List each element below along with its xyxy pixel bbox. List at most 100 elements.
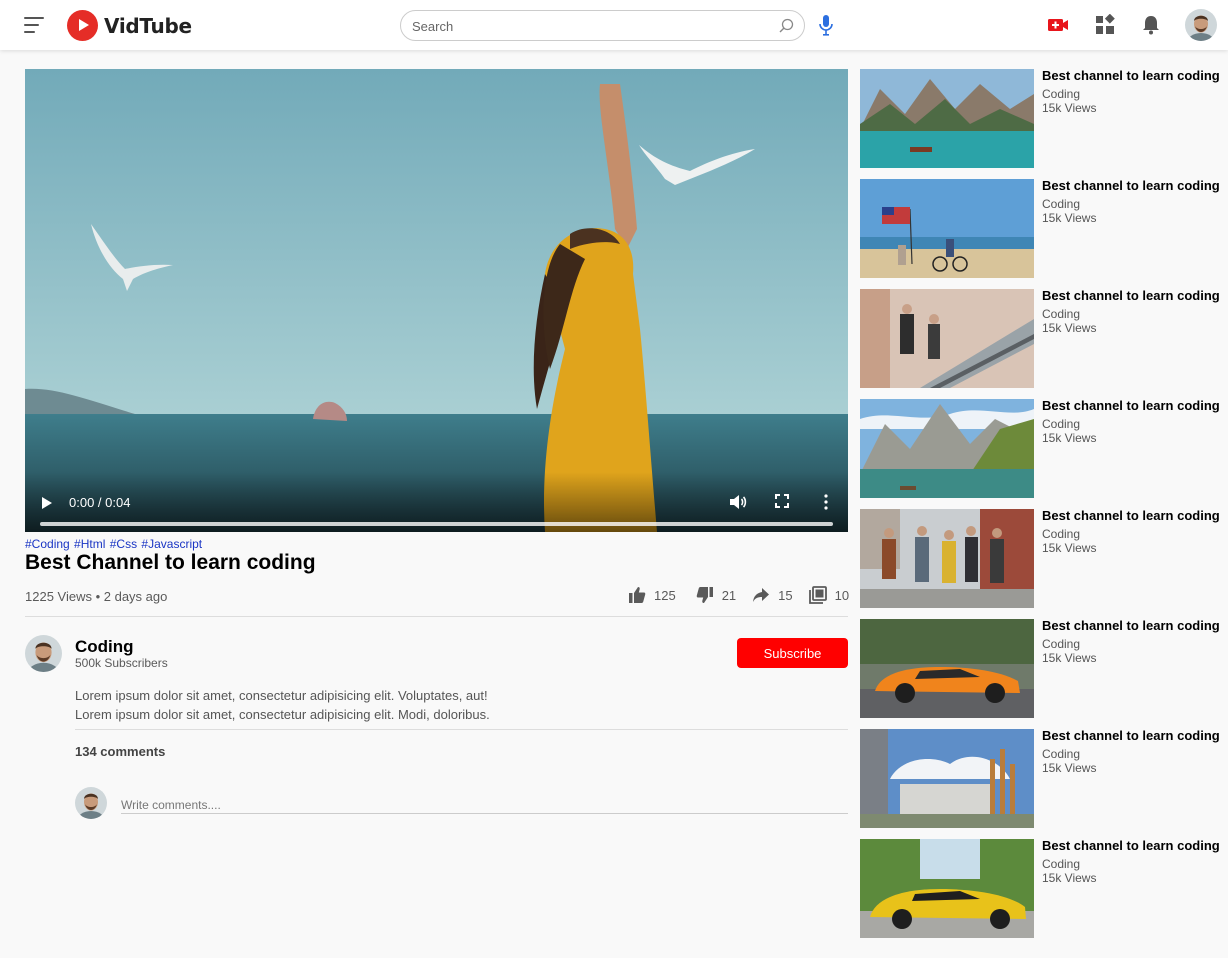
video-description: Lorem ipsum dolor sit amet, consectetur …	[75, 686, 490, 724]
recommended-video[interactable]: Best channel to learn coding Coding 15k …	[860, 399, 1220, 498]
video-title: Best Channel to learn coding	[25, 551, 316, 574]
description-line: Lorem ipsum dolor sit amet, consectetur …	[75, 688, 488, 703]
subscribe-button[interactable]: Subscribe	[737, 638, 848, 668]
video-thumbnail[interactable]	[860, 399, 1034, 498]
video-title[interactable]: Best channel to learn coding	[1042, 729, 1220, 743]
brand-logo[interactable]: VidTube	[67, 10, 192, 41]
video-info: Best channel to learn coding Coding 15k …	[1042, 399, 1220, 446]
video-title[interactable]: Best channel to learn coding	[1042, 509, 1220, 523]
channel-name: Coding	[1042, 307, 1081, 321]
commenter-avatar	[75, 787, 107, 819]
notification-bell-icon[interactable]	[1140, 14, 1162, 36]
channel-name: Coding	[1042, 857, 1081, 871]
divider	[25, 616, 848, 617]
view-count: 15k Views	[1042, 101, 1097, 115]
volume-icon[interactable]	[729, 494, 747, 510]
mic-icon[interactable]	[818, 14, 834, 36]
video-info: Best channel to learn coding Coding 15k …	[1042, 289, 1220, 336]
save-playlist-icon	[808, 586, 827, 604]
view-count: 15k Views	[1042, 541, 1097, 555]
view-count: 15k Views	[1042, 761, 1097, 775]
search-icon[interactable]	[778, 18, 794, 34]
upload-video-icon[interactable]	[1047, 14, 1069, 36]
video-thumbnail[interactable]	[860, 69, 1034, 168]
video-thumbnail[interactable]	[860, 179, 1034, 278]
divider	[75, 729, 848, 730]
thumbs-up-icon	[629, 587, 646, 603]
playback-time: 0:00 / 0:04	[69, 495, 131, 510]
progress-bar[interactable]	[40, 522, 833, 526]
thumbs-down-icon	[696, 587, 713, 603]
save-count: 10	[834, 587, 850, 603]
channel-name: Coding	[1042, 87, 1081, 101]
video-title[interactable]: Best channel to learn coding	[1042, 69, 1220, 83]
hashtag-link[interactable]: #Html	[74, 537, 105, 551]
dislike-count: 21	[721, 587, 737, 603]
view-count: 15k Views	[1042, 431, 1097, 445]
channel-name: Coding	[1042, 197, 1081, 211]
view-count: 15k Views	[1042, 871, 1097, 885]
video-info: Best channel to learn coding Coding 15k …	[1042, 179, 1220, 226]
view-count: 15k Views	[1042, 651, 1097, 665]
video-info: Best channel to learn coding Coding 15k …	[1042, 509, 1220, 556]
video-info: Best channel to learn coding Coding 15k …	[1042, 619, 1220, 666]
hashtag-list: #Coding #Html #Css #Javascript	[25, 537, 203, 551]
channel-name: Coding	[1042, 637, 1081, 651]
apps-icon[interactable]	[1094, 14, 1116, 36]
top-navbar: VidTube	[0, 0, 1228, 50]
view-count: 15k Views	[1042, 211, 1097, 225]
dislike-button[interactable]: 21	[696, 586, 736, 604]
play-logo-icon	[67, 10, 98, 41]
channel-name[interactable]: Coding	[75, 637, 134, 657]
video-player[interactable]: 0:00 / 0:04	[25, 69, 848, 532]
recommended-video[interactable]: Best channel to learn coding Coding 15k …	[860, 179, 1220, 278]
video-thumbnail[interactable]	[860, 839, 1034, 938]
video-info: Best channel to learn coding Coding 15k …	[1042, 839, 1220, 886]
play-button[interactable]	[42, 497, 52, 509]
like-count: 125	[654, 587, 676, 603]
share-count: 15	[778, 587, 793, 603]
recommended-video[interactable]: Best channel to learn coding Coding 15k …	[860, 289, 1220, 388]
fullscreen-icon[interactable]	[775, 494, 789, 508]
hamburger-menu-icon[interactable]	[24, 15, 46, 35]
user-avatar[interactable]	[1185, 9, 1217, 41]
share-arrow-icon	[753, 588, 770, 602]
video-thumbnail[interactable]	[860, 619, 1034, 718]
video-title[interactable]: Best channel to learn coding	[1042, 399, 1220, 413]
video-title[interactable]: Best channel to learn coding	[1042, 289, 1220, 303]
view-count: 15k Views	[1042, 321, 1097, 335]
recommended-video[interactable]: Best channel to learn coding Coding 15k …	[860, 839, 1220, 938]
share-button[interactable]: 15	[752, 586, 793, 604]
description-line: Lorem ipsum dolor sit amet, consectetur …	[75, 707, 490, 722]
recommended-video[interactable]: Best channel to learn coding Coding 15k …	[860, 509, 1220, 608]
comments-count: 134 comments	[75, 744, 166, 759]
subscriber-count: 500k Subscribers	[75, 656, 168, 670]
video-thumbnail[interactable]	[860, 729, 1034, 828]
search-input[interactable]	[412, 17, 762, 35]
more-options-icon[interactable]	[824, 494, 828, 510]
brand-name: VidTube	[104, 13, 192, 38]
recommended-video[interactable]: Best channel to learn coding Coding 15k …	[860, 729, 1220, 828]
hashtag-link[interactable]: #Coding	[25, 537, 70, 551]
video-info: Best channel to learn coding Coding 15k …	[1042, 69, 1220, 116]
channel-avatar[interactable]	[25, 635, 62, 672]
hashtag-link[interactable]: #Css	[110, 537, 137, 551]
video-title[interactable]: Best channel to learn coding	[1042, 619, 1220, 633]
comment-input[interactable]	[121, 797, 848, 814]
video-thumbnail[interactable]	[860, 509, 1034, 608]
channel-name: Coding	[1042, 417, 1081, 431]
video-title[interactable]: Best channel to learn coding	[1042, 179, 1220, 193]
video-meta: 1225 Views • 2 days ago	[25, 589, 168, 604]
hashtag-link[interactable]: #Javascript	[141, 537, 202, 551]
player-controls: 0:00 / 0:04	[25, 472, 848, 532]
video-thumbnail[interactable]	[860, 289, 1034, 388]
recommended-video[interactable]: Best channel to learn coding Coding 15k …	[860, 69, 1220, 168]
video-title[interactable]: Best channel to learn coding	[1042, 839, 1220, 853]
video-info: Best channel to learn coding Coding 15k …	[1042, 729, 1220, 776]
save-button[interactable]: 10	[808, 586, 850, 604]
search-bar	[400, 10, 805, 41]
video-frame	[25, 69, 848, 532]
like-button[interactable]: 125	[628, 586, 676, 604]
recommended-video[interactable]: Best channel to learn coding Coding 15k …	[860, 619, 1220, 718]
channel-name: Coding	[1042, 747, 1081, 761]
